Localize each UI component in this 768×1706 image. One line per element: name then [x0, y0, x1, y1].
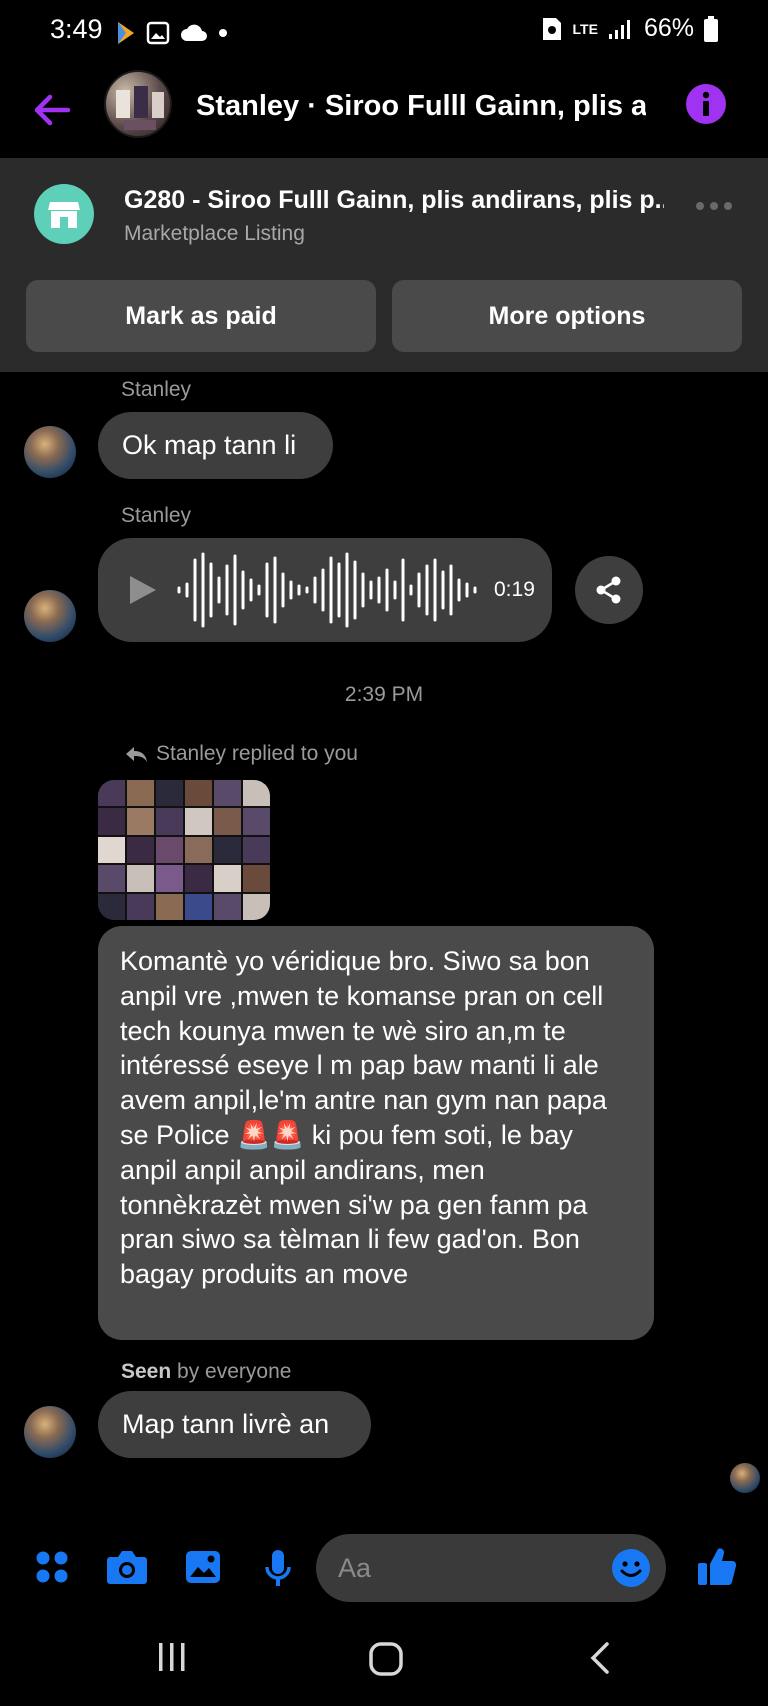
message-bubble[interactable]: Komantè yo véridique bro. Siwo sa bon an…	[98, 926, 654, 1340]
cloud-notification-icon	[181, 24, 207, 41]
voice-duration: 0:19	[494, 578, 535, 601]
sim-icon	[542, 17, 561, 40]
info-button[interactable]	[686, 84, 726, 124]
voice-message[interactable]: 0:19	[98, 538, 552, 642]
message-input[interactable]	[338, 1550, 598, 1586]
reply-icon	[126, 747, 147, 762]
emoji-button[interactable]	[612, 1549, 650, 1587]
network-type: LTE	[572, 20, 598, 37]
home-icon[interactable]	[368, 1641, 404, 1677]
reply-indicator: Stanley replied to you	[124, 742, 358, 766]
avatar[interactable]	[24, 590, 76, 642]
seen-bold: Seen	[121, 1360, 172, 1383]
camera-icon[interactable]	[106, 1549, 148, 1585]
message-timestamp: 2:39 PM	[344, 683, 424, 706]
message-input-container[interactable]	[316, 1534, 666, 1602]
battery-icon	[704, 15, 718, 42]
message-text: Map tann livrè an	[122, 1409, 330, 1439]
listing-title[interactable]: G280 - Siroo Fulll Gainn, plis andirans,…	[124, 186, 664, 215]
status-right-icons: LTE 66%	[541, 14, 718, 43]
info-icon	[702, 91, 710, 116]
back-arrow-icon	[34, 94, 71, 126]
seen-rest: by everyone	[171, 1360, 292, 1383]
read-receipt-avatar	[730, 1463, 760, 1493]
more-options-button[interactable]: More options	[392, 280, 742, 352]
dot-notification-icon	[219, 29, 227, 37]
back-nav-icon[interactable]	[588, 1641, 612, 1675]
sender-name: Stanley	[121, 504, 192, 527]
back-button[interactable]	[30, 88, 74, 132]
signal-icon	[608, 19, 630, 39]
page-title[interactable]: Stanley · Siroo Fulll Gainn, plis a...	[196, 90, 646, 123]
listing-subtitle: Marketplace Listing	[124, 222, 305, 245]
avatar[interactable]	[24, 426, 76, 478]
microphone-icon[interactable]	[264, 1549, 292, 1589]
marketplace-listing-panel: G280 - Siroo Fulll Gainn, plis andirans,…	[0, 158, 768, 372]
message-composer	[0, 1525, 768, 1611]
quoted-listing-image[interactable]	[98, 780, 270, 920]
marketplace-store-icon	[34, 184, 94, 244]
mark-as-paid-button[interactable]: Mark as paid	[26, 280, 376, 352]
system-navigation-bar	[0, 1611, 768, 1706]
like-icon[interactable]	[696, 1545, 738, 1587]
share-icon	[596, 576, 621, 604]
app-notification-icon	[118, 22, 134, 44]
status-bar: 3:49 LTE 66%	[0, 0, 768, 62]
avatar-image	[116, 86, 164, 130]
avatar[interactable]	[104, 70, 172, 138]
gallery-notification-icon	[146, 21, 170, 45]
audio-waveform[interactable]	[176, 552, 482, 628]
message-bubble[interactable]: Ok map tann li	[98, 412, 333, 479]
play-icon[interactable]	[126, 574, 158, 606]
emoji-icon	[620, 1561, 642, 1577]
chat-header: Stanley · Siroo Fulll Gainn, plis a...	[0, 62, 768, 158]
recent-apps-icon[interactable]	[156, 1641, 188, 1673]
message-bubble[interactable]: Map tann livrè an	[98, 1391, 371, 1458]
apps-menu-icon[interactable]	[34, 1549, 70, 1585]
more-options-icon[interactable]	[696, 202, 732, 210]
battery-percent: 66%	[643, 14, 694, 42]
status-notification-icons	[116, 20, 228, 46]
status-time: 3:49	[50, 14, 103, 44]
message-text: Ok map tann li	[122, 430, 297, 460]
reply-label: Stanley replied to you	[156, 742, 358, 765]
share-button[interactable]	[575, 556, 643, 624]
gallery-icon[interactable]	[184, 1549, 222, 1585]
seen-indicator: Seen by everyone	[121, 1360, 291, 1384]
avatar[interactable]	[24, 1406, 76, 1458]
sender-name: Stanley	[121, 378, 192, 401]
